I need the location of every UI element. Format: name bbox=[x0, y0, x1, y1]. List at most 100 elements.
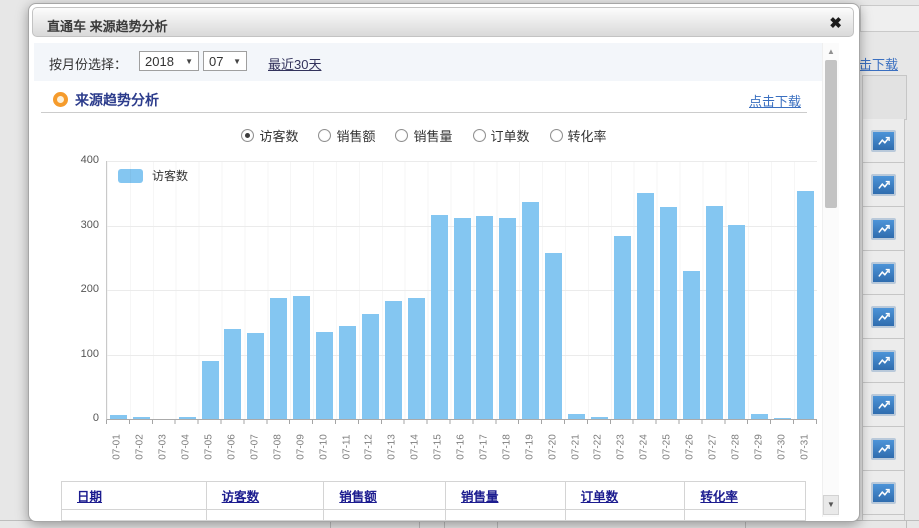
bg-cell-border bbox=[745, 521, 746, 528]
table-partial-row bbox=[62, 510, 805, 520]
chart-bar-07-30 bbox=[774, 418, 791, 419]
chart-bar-07-11 bbox=[339, 326, 356, 419]
bg-table-header-cell bbox=[862, 75, 907, 120]
table-cell bbox=[566, 510, 686, 520]
table-header-转化率[interactable]: 转化率 bbox=[700, 486, 738, 505]
x-tick-label: 07-04 bbox=[181, 434, 192, 460]
bg-icon-column bbox=[862, 119, 905, 528]
chart-bar-07-20 bbox=[545, 253, 562, 419]
chart-bar-07-01 bbox=[110, 415, 127, 419]
x-tick-label: 07-10 bbox=[318, 434, 329, 460]
x-tick-label: 07-21 bbox=[570, 434, 581, 460]
chart-bar-07-28 bbox=[728, 225, 745, 419]
table-header-访客数[interactable]: 访客数 bbox=[222, 486, 260, 505]
chevron-down-icon: ▼ bbox=[233, 57, 241, 66]
x-tick-label: 07-07 bbox=[249, 434, 260, 460]
dialog-titlebar[interactable]: 直通车 来源趋势分析 ✖ bbox=[32, 7, 854, 37]
year-select-value: 2018 bbox=[145, 54, 174, 69]
dialog-scrollbar[interactable]: ▲ ▼ bbox=[822, 43, 839, 517]
page: 点击下载 直通车 来源趋势分析 ✖ 按月份选择： 2018 ▼ 07 ▼ 最近3… bbox=[0, 0, 919, 528]
trend-chart-icon[interactable] bbox=[871, 394, 896, 416]
radio-circle-icon[interactable] bbox=[395, 129, 408, 142]
chart-bar-07-13 bbox=[385, 301, 402, 419]
radio-label: 订单数 bbox=[491, 126, 530, 145]
x-tick-label: 07-27 bbox=[708, 434, 719, 460]
radio-circle-icon[interactable] bbox=[550, 129, 563, 142]
trend-chart-icon[interactable] bbox=[871, 482, 896, 504]
x-tick-label: 07-17 bbox=[478, 434, 489, 460]
x-tick-label: 07-22 bbox=[593, 434, 604, 460]
table-cell bbox=[685, 510, 805, 520]
bg-table-row bbox=[862, 471, 905, 515]
metric-radio-访客数[interactable]: 访客数 bbox=[241, 126, 298, 145]
x-tick-label: 07-29 bbox=[753, 434, 764, 460]
x-tick-label: 07-08 bbox=[272, 434, 283, 460]
x-tick-label: 07-03 bbox=[158, 434, 169, 460]
radio-label: 访客数 bbox=[259, 126, 298, 145]
month-select[interactable]: 07 ▼ bbox=[203, 51, 247, 71]
trend-chart-icon[interactable] bbox=[871, 130, 896, 152]
bg-cell-border bbox=[330, 521, 331, 528]
download-link[interactable]: 点击下载 bbox=[749, 91, 801, 110]
trend-chart-icon[interactable] bbox=[871, 306, 896, 328]
chart-bar-07-09 bbox=[293, 296, 310, 419]
trend-chart-icon[interactable] bbox=[871, 350, 896, 372]
radio-label: 销售量 bbox=[413, 126, 452, 145]
x-tick-label: 07-02 bbox=[135, 434, 146, 460]
x-tick-label: 07-23 bbox=[616, 434, 627, 460]
metric-radio-转化率[interactable]: 转化率 bbox=[550, 126, 607, 145]
radio-circle-icon[interactable] bbox=[318, 129, 331, 142]
chart-bar-07-02 bbox=[133, 417, 150, 419]
chart-bar-07-21 bbox=[568, 414, 585, 419]
recent-30-days-link[interactable]: 最近30天 bbox=[268, 54, 321, 73]
chart-bar-07-08 bbox=[270, 298, 287, 419]
chart-bar-07-23 bbox=[614, 236, 631, 419]
table-cell bbox=[62, 510, 207, 520]
x-tick-label: 07-16 bbox=[456, 434, 467, 460]
month-filter-bar: 按月份选择： 2018 ▼ 07 ▼ 最近30天 bbox=[34, 43, 822, 81]
month-select-value: 07 bbox=[209, 54, 223, 69]
bg-table-row bbox=[862, 383, 905, 427]
chart-bar-07-29 bbox=[751, 414, 768, 419]
table-header-订单数[interactable]: 订单数 bbox=[581, 486, 619, 505]
trend-chart-icon[interactable] bbox=[871, 438, 896, 460]
month-filter-label: 按月份选择： bbox=[49, 54, 127, 73]
background-table: 点击下载 bbox=[857, 0, 919, 528]
chart-bar-07-17 bbox=[476, 216, 493, 419]
chart-bars bbox=[107, 161, 817, 419]
table-header-日期[interactable]: 日期 bbox=[77, 486, 102, 505]
x-tick-label: 07-12 bbox=[364, 434, 375, 460]
bg-table-cell bbox=[860, 5, 919, 32]
x-tick-label: 07-20 bbox=[547, 434, 558, 460]
table-header-销售额[interactable]: 销售额 bbox=[339, 486, 377, 505]
orange-bullet-icon bbox=[53, 92, 68, 107]
close-icon[interactable]: ✖ bbox=[829, 14, 842, 32]
trend-chart-icon[interactable] bbox=[871, 218, 896, 240]
scroll-up-icon[interactable]: ▲ bbox=[823, 46, 839, 58]
metric-radio-订单数[interactable]: 订单数 bbox=[473, 126, 530, 145]
radio-circle-icon[interactable] bbox=[473, 129, 486, 142]
table-header-销售量[interactable]: 销售量 bbox=[461, 486, 499, 505]
chart-bar-07-27 bbox=[706, 206, 723, 419]
metric-radio-销售量[interactable]: 销售量 bbox=[395, 126, 452, 145]
radio-label: 销售额 bbox=[336, 126, 375, 145]
chart-bar-07-16 bbox=[454, 218, 471, 419]
scroll-down-icon[interactable]: ▼ bbox=[823, 495, 839, 515]
scrollbar-thumb[interactable] bbox=[825, 60, 837, 208]
table-cell bbox=[324, 510, 446, 520]
chart-bar-07-24 bbox=[637, 193, 654, 419]
x-tick-label: 07-05 bbox=[204, 434, 215, 460]
radio-circle-icon[interactable] bbox=[241, 129, 254, 142]
chart-plot bbox=[106, 161, 817, 420]
trend-chart-icon[interactable] bbox=[871, 174, 896, 196]
bg-cell-border bbox=[444, 521, 445, 528]
bg-table-row bbox=[862, 251, 905, 295]
chart-bar-07-31 bbox=[797, 191, 814, 419]
bg-table-row bbox=[862, 339, 905, 383]
chart-bar-07-25 bbox=[660, 207, 677, 419]
year-select[interactable]: 2018 ▼ bbox=[139, 51, 199, 71]
chart-bar-07-06 bbox=[224, 329, 241, 419]
metric-radio-销售额[interactable]: 销售额 bbox=[318, 126, 375, 145]
trend-chart-icon[interactable] bbox=[871, 262, 896, 284]
chart-bar-07-26 bbox=[683, 271, 700, 419]
